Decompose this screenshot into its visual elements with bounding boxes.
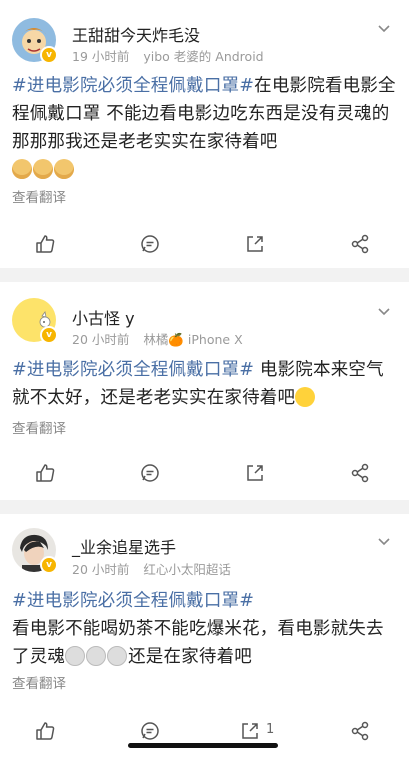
- shocked-emoji: [65, 646, 86, 666]
- doge-emoji: [12, 159, 32, 179]
- more-share-button[interactable]: [345, 229, 375, 259]
- action-bar: [0, 229, 409, 259]
- like-button[interactable]: [30, 716, 60, 746]
- post-content: #进电影院必须全程佩戴口罩# 电影院本来空气就不太好，还是老老实实在家待着吧: [12, 356, 396, 412]
- home-indicator[interactable]: [128, 743, 278, 748]
- repost-button[interactable]: [240, 458, 270, 488]
- like-button[interactable]: [30, 458, 60, 488]
- username[interactable]: 小古怪 y: [72, 305, 135, 329]
- chevron-down-icon[interactable]: [377, 304, 391, 318]
- verified-badge-icon: v: [40, 556, 58, 574]
- like-button[interactable]: [30, 229, 60, 259]
- username[interactable]: _业余追星选手: [72, 534, 176, 558]
- post-content: #进电影院必须全程佩戴口罩# 看电影不能喝奶茶不能吃爆米花，看电影就失去了灵魂还…: [12, 587, 396, 671]
- avatar[interactable]: v: [12, 528, 58, 574]
- avatar[interactable]: v: [12, 18, 58, 64]
- action-bar: [0, 458, 409, 488]
- verified-badge-icon: v: [40, 326, 58, 344]
- action-bar: 1: [0, 716, 409, 746]
- post-time: 19 小时前: [72, 49, 130, 64]
- share-out-icon: [247, 465, 263, 481]
- repost-count: 1: [266, 722, 275, 737]
- avatar[interactable]: v: [12, 298, 58, 344]
- post-source: yibo 老婆的 Android: [143, 49, 264, 64]
- repost-button[interactable]: [240, 229, 270, 259]
- more-share-button[interactable]: [345, 716, 375, 746]
- hashtag-link[interactable]: #进电影院必须全程佩戴口罩#: [12, 591, 254, 611]
- post-text-end: 还是在家待着吧: [128, 647, 253, 667]
- laugh-cry-emoji: [295, 387, 316, 407]
- comment-button[interactable]: [135, 229, 165, 259]
- doge-emoji: [54, 159, 74, 179]
- chevron-down-icon[interactable]: [377, 534, 391, 548]
- post-card[interactable]: v 小古怪 y 20 小时前 林橘🍊 iPhone X #进电影院必须全程佩戴口…: [0, 282, 409, 500]
- post-meta: 20 小时前 红心小太阳超话: [72, 559, 241, 578]
- hashtag-link[interactable]: #进电影院必须全程佩戴口罩#: [12, 76, 254, 96]
- post-meta: 19 小时前 yibo 老婆的 Android: [72, 46, 274, 65]
- post-time: 20 小时前: [72, 562, 130, 577]
- doge-emoji: [33, 159, 53, 179]
- shocked-emoji: [86, 646, 107, 666]
- translate-link[interactable]: 查看翻译: [12, 186, 66, 206]
- shocked-emoji: [107, 646, 128, 666]
- share-nodes-icon: [351, 463, 369, 483]
- comment-icon: [141, 235, 159, 253]
- comment-icon: [141, 464, 159, 482]
- share-out-icon: [242, 723, 258, 739]
- comment-button[interactable]: [135, 716, 165, 746]
- comment-icon: [141, 722, 159, 740]
- post-source: 林橘🍊 iPhone X: [143, 332, 243, 347]
- hashtag-link[interactable]: #进电影院必须全程佩戴口罩#: [12, 360, 254, 380]
- share-nodes-icon: [351, 721, 369, 741]
- post-content: #进电影院必须全程佩戴口罩#在电影院看电影全程佩戴口罩 不能边看电影边吃东西是没…: [12, 72, 396, 184]
- share-out-icon: [247, 236, 263, 252]
- chevron-down-icon[interactable]: [377, 21, 391, 35]
- comment-button[interactable]: [135, 458, 165, 488]
- post-card[interactable]: v 王甜甜今天炸毛没 19 小时前 yibo 老婆的 Android #进电影院…: [0, 0, 409, 268]
- share-nodes-icon: [351, 234, 369, 254]
- post-time: 20 小时前: [72, 332, 130, 347]
- translate-link[interactable]: 查看翻译: [12, 417, 66, 437]
- repost-button[interactable]: [235, 716, 265, 746]
- thumbs-up-icon: [36, 722, 55, 740]
- verified-badge-icon: v: [40, 46, 58, 64]
- post-meta: 20 小时前 林橘🍊 iPhone X: [72, 329, 253, 348]
- post-source: 红心小太阳超话: [143, 562, 231, 577]
- post-card[interactable]: v _业余追星选手 20 小时前 红心小太阳超话 #进电影院必须全程佩戴口罩# …: [0, 514, 409, 758]
- username[interactable]: 王甜甜今天炸毛没: [72, 22, 200, 46]
- thumbs-up-icon: [36, 235, 55, 253]
- more-share-button[interactable]: [345, 458, 375, 488]
- translate-link[interactable]: 查看翻译: [12, 672, 66, 692]
- thumbs-up-icon: [36, 464, 55, 482]
